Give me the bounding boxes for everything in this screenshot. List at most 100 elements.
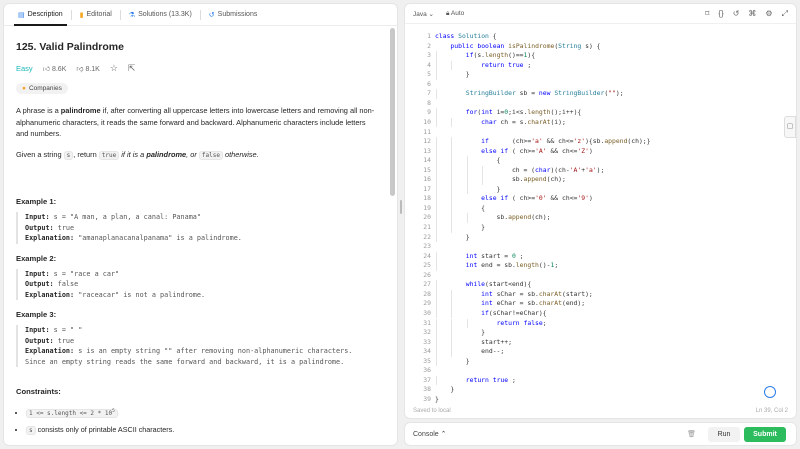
indent-guide xyxy=(436,108,437,118)
line-number: 37 xyxy=(423,375,431,384)
share-icon[interactable]: ⇱ xyxy=(128,63,136,74)
chat-icon[interactable] xyxy=(764,386,776,398)
expand-icon[interactable]: ⤢ xyxy=(782,9,788,19)
code-line[interactable]: int end = sb.length()-1; xyxy=(435,261,558,269)
example-3-heading: Example 3: xyxy=(16,310,57,319)
indent-guide xyxy=(451,184,453,195)
submit-button[interactable]: Submit xyxy=(744,427,786,442)
indent-guide xyxy=(451,337,453,348)
line-number: 36 xyxy=(423,366,431,375)
console-toggle[interactable]: Console ⌃ xyxy=(413,430,447,438)
line-number: 31 xyxy=(423,318,431,327)
line-number: 25 xyxy=(423,261,431,270)
constraints-heading: Constraints: xyxy=(16,387,61,396)
example-2-heading: Example 2: xyxy=(16,253,57,263)
line-number: 21 xyxy=(423,223,431,231)
code-line[interactable]: ch = (char)(ch-'A'+'a'); xyxy=(435,166,604,174)
code-line[interactable]: for(int i=0;i<s.length();i++){ xyxy=(435,108,581,116)
code-line[interactable]: int eChar = sb.charAt(end); xyxy=(435,299,585,307)
code-line[interactable]: int sChar = sb.charAt(start); xyxy=(435,290,593,298)
indent-guide xyxy=(436,117,437,128)
reset-icon[interactable]: ↺ xyxy=(733,9,740,19)
chevron-down-icon: ⌄ xyxy=(428,10,434,18)
companies-tag[interactable]: ● Companies xyxy=(16,83,68,94)
indent-guide xyxy=(436,175,437,185)
bookmark-icon[interactable]: ⌑ xyxy=(705,9,709,19)
line-number: 35 xyxy=(423,356,431,365)
code-line[interactable]: } xyxy=(435,328,485,336)
problem-title: 125. Valid Palindrome xyxy=(16,41,124,53)
dislike-button[interactable]: 👎︎ 8.1K xyxy=(76,64,99,73)
code-area[interactable]: 1 class Solution {2 public boolean isPali… xyxy=(405,28,782,403)
indent-guide xyxy=(436,308,437,319)
line-number: 23 xyxy=(423,242,431,251)
code-line[interactable]: char ch = s.charAt(i); xyxy=(435,118,566,126)
thumbs-up-icon: 👍︎ xyxy=(42,66,51,73)
code-line[interactable]: return true ; xyxy=(435,376,516,384)
settings-icon[interactable]: ⚙ xyxy=(765,9,772,19)
indent-guide xyxy=(436,146,437,157)
like-button[interactable]: 👍︎ 8.6K xyxy=(43,64,67,73)
line-number: 7 xyxy=(427,89,431,98)
code-line[interactable]: int start = 0 ; xyxy=(435,252,524,260)
code-line[interactable]: StringBuilder sb = new StringBuilder("")… xyxy=(435,89,624,97)
indent-guide xyxy=(436,137,437,147)
code-line[interactable]: if (ch>='a' && ch<='z'){sb.append(ch);} xyxy=(435,137,650,145)
code-line[interactable]: public boolean isPalindrome(String s) { xyxy=(435,42,600,50)
problem-meta: Easy 👍︎ 8.6K 👎︎ 8.1K ☆ ⇱ xyxy=(16,63,375,74)
code-line[interactable]: else if ( ch>='0' && ch<='9') xyxy=(435,194,593,202)
code-line[interactable]: } xyxy=(435,385,454,393)
indent-guide xyxy=(482,165,484,176)
line-number: 27 xyxy=(423,280,431,289)
braces-icon[interactable]: {} xyxy=(718,9,723,19)
console-bar: Console ⌃ 🗑︎ Run Submit xyxy=(404,422,797,446)
side-notes-tab[interactable]: ▢ xyxy=(784,116,796,138)
indent-guide xyxy=(436,261,437,271)
indent-guide xyxy=(451,328,453,338)
indent-guide xyxy=(436,337,437,348)
trash-icon[interactable]: 🗑︎ xyxy=(687,430,696,438)
code-line[interactable]: else if ( ch>='A' && ch<='Z') xyxy=(435,147,593,155)
tab-editorial[interactable]: ▮ Editorial xyxy=(72,4,120,26)
example-3-block: Input: s = " " Output: true Explanation:… xyxy=(16,325,375,367)
save-status: Saved to local xyxy=(413,408,451,414)
indent-guide xyxy=(451,289,453,300)
code-line[interactable]: while(start<end){ xyxy=(435,280,531,288)
code-line[interactable]: end--; xyxy=(435,347,504,355)
tab-solutions[interactable]: ⚗ Solutions (13.3K) xyxy=(121,4,200,26)
lock-icon: ● xyxy=(22,85,26,92)
run-button[interactable]: Run xyxy=(708,427,740,442)
shortcut-icon[interactable]: ⌘ xyxy=(748,9,756,19)
language-select[interactable]: Java ⌄ xyxy=(413,10,434,18)
tab-description[interactable]: ▤ Description xyxy=(10,4,71,26)
code-line[interactable]: return true ; xyxy=(435,61,531,69)
auto-mode[interactable]: 🔒︎ Auto xyxy=(446,10,464,18)
indent-guide xyxy=(451,60,453,71)
code-line[interactable]: start++; xyxy=(435,338,512,346)
code-line[interactable]: } xyxy=(435,223,485,231)
note-icon: ▢ xyxy=(786,123,794,130)
indent-guide xyxy=(451,156,453,166)
line-number: 24 xyxy=(423,251,431,260)
indent-guide xyxy=(436,213,437,223)
indent-guide xyxy=(466,175,468,185)
indent-guide xyxy=(466,165,468,176)
indent-guide xyxy=(451,117,453,128)
code-line[interactable]: } xyxy=(435,233,470,241)
code-line[interactable]: } xyxy=(435,70,470,78)
code-line[interactable]: } xyxy=(435,395,439,403)
code-line[interactable]: if(s.length()==1){ xyxy=(435,51,535,59)
code-line[interactable]: class Solution { xyxy=(435,32,497,40)
code-line[interactable]: sb.append(ch); xyxy=(435,175,566,183)
line-number: 22 xyxy=(423,232,431,241)
code-line[interactable]: } xyxy=(435,357,470,365)
line-number: 16 xyxy=(423,175,431,184)
line-number: 13 xyxy=(423,146,431,155)
indent-guide xyxy=(451,194,453,204)
tab-submissions[interactable]: ↺ Submissions xyxy=(201,4,266,26)
code-line[interactable]: { xyxy=(435,204,485,212)
example-1-heading: Example 1: xyxy=(16,197,57,206)
indent-guide xyxy=(436,280,437,290)
star-icon[interactable]: ☆ xyxy=(110,63,118,74)
description-scrollbar[interactable] xyxy=(390,28,395,196)
